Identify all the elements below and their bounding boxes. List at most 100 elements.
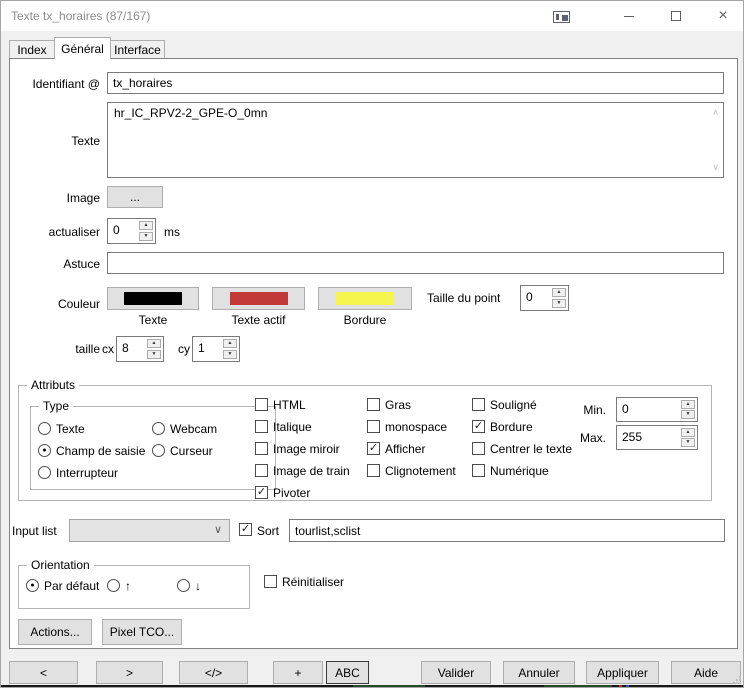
input-list-combobox[interactable]: ∨: [69, 519, 230, 542]
cy-spin-down-button[interactable]: ▼: [223, 350, 237, 359]
checkbox-souligne[interactable]: [472, 398, 485, 411]
checkbox-afficher-label: Afficher: [385, 442, 425, 456]
actualiser-spinner[interactable]: 0 ▲ ▼: [107, 218, 156, 244]
couleur-texte-actif-swatch: [230, 292, 288, 305]
couleur-bordure-button[interactable]: [318, 287, 412, 310]
min-value[interactable]: 0: [622, 402, 629, 416]
actualiser-value[interactable]: 0: [113, 223, 120, 237]
checkbox-bordure[interactable]: ✓: [472, 420, 485, 433]
max-spin-up-button[interactable]: ▲: [681, 428, 695, 437]
max-spinner[interactable]: 255 ▲ ▼: [616, 425, 698, 450]
code-button[interactable]: </>: [179, 661, 248, 684]
radio-texte[interactable]: [38, 422, 51, 435]
taille-point-spin-down-button[interactable]: ▼: [552, 299, 566, 308]
taille-point-label: Taille du point: [427, 291, 500, 305]
checkbox-numerique[interactable]: [472, 464, 485, 477]
prev-button[interactable]: <: [9, 661, 78, 684]
image-browse-button[interactable]: ...: [107, 186, 163, 208]
cy-label: cy: [178, 342, 190, 356]
cy-spin-up-button[interactable]: ▲: [223, 339, 237, 348]
actualiser-spin-up-button[interactable]: ▲: [139, 221, 153, 230]
radio-champ-de-saisie-label: Champ de saisie: [56, 444, 145, 458]
radio-orientation-down[interactable]: [177, 579, 190, 592]
cx-value[interactable]: 8: [122, 341, 129, 355]
next-button[interactable]: >: [96, 661, 163, 684]
scroll-down-icon[interactable]: ∨: [712, 163, 719, 172]
checkbox-gras-label: Gras: [385, 398, 411, 412]
input-list-label: Input list: [12, 524, 57, 538]
tab-interface[interactable]: Interface: [110, 40, 165, 58]
radio-curseur-label: Curseur: [170, 444, 213, 458]
actions-button[interactable]: Actions...: [18, 619, 92, 645]
checkbox-monospace[interactable]: [367, 420, 380, 433]
couleur-texte-button[interactable]: [107, 287, 199, 310]
resize-grip-dots: [733, 682, 735, 684]
cx-spin-down-button[interactable]: ▼: [147, 350, 161, 359]
valider-button[interactable]: Valider: [421, 661, 491, 684]
tab-index[interactable]: Index: [9, 40, 55, 58]
spin-down-icon: ▼: [152, 352, 157, 357]
cx-spin-up-button[interactable]: ▲: [147, 339, 161, 348]
max-spin-down-button[interactable]: ▼: [681, 438, 695, 447]
checkbox-clignotement[interactable]: [367, 464, 380, 477]
checkbox-image-de-train-label: Image de train: [273, 464, 350, 478]
taille-point-spinner[interactable]: 0 ▲ ▼: [520, 285, 569, 311]
radio-texte-label: Texte: [56, 422, 85, 436]
radio-champ-de-saisie[interactable]: ●: [38, 444, 51, 457]
min-spin-up-button[interactable]: ▲: [681, 400, 695, 409]
radio-webcam[interactable]: [152, 422, 165, 435]
appliquer-button[interactable]: Appliquer: [586, 661, 659, 684]
texte-value: hr_IC_RPV2-2_GPE-O_0mn: [114, 106, 267, 120]
checkbox-gras[interactable]: [367, 398, 380, 411]
checkbox-html-label: HTML: [273, 398, 306, 412]
radio-curseur[interactable]: [152, 444, 165, 457]
radio-orientation-up[interactable]: [107, 579, 120, 592]
taille-point-value[interactable]: 0: [526, 290, 533, 304]
couleur-bordure-swatch: [336, 292, 394, 305]
checkbox-image-de-train[interactable]: [255, 464, 268, 477]
input-list-input[interactable]: [289, 519, 725, 542]
taille-point-spin-up-button[interactable]: ▲: [552, 288, 566, 297]
chevron-down-icon: ∨: [214, 523, 222, 536]
add-button[interactable]: +: [273, 661, 323, 684]
title-bar[interactable]: Texte tx_horaires (87/167) ×: [1, 1, 743, 31]
identifiant-input[interactable]: [107, 72, 724, 94]
cy-spinner[interactable]: 1 ▲ ▼: [192, 336, 240, 362]
radio-interrupteur[interactable]: [38, 466, 51, 479]
close-button[interactable]: ×: [705, 1, 741, 31]
spin-down-icon: ▼: [557, 301, 562, 306]
checkbox-italique[interactable]: [255, 420, 268, 433]
reinitialiser-checkbox[interactable]: [264, 575, 277, 588]
annuler-button[interactable]: Annuler: [503, 661, 575, 684]
actualiser-spin-down-button[interactable]: ▼: [139, 232, 153, 241]
aide-button[interactable]: Aide: [671, 661, 741, 684]
identifiant-label: Identifiant @: [10, 77, 100, 91]
min-spinner[interactable]: 0 ▲ ▼: [616, 397, 698, 422]
scroll-up-icon[interactable]: ∧: [712, 108, 719, 117]
tab-general-label: Général: [61, 42, 104, 56]
checkbox-pivoter[interactable]: ✓: [255, 486, 268, 499]
tab-page-general: Identifiant @ Texte hr_IC_RPV2-2_GPE-O_0…: [9, 58, 738, 649]
checkbox-centrer-le-texte[interactable]: [472, 442, 485, 455]
min-spin-down-button[interactable]: ▼: [681, 410, 695, 419]
astuce-input[interactable]: [107, 252, 724, 274]
sort-checkbox[interactable]: ✓: [239, 523, 252, 536]
radio-par-defaut[interactable]: ●: [26, 579, 39, 592]
checkbox-html[interactable]: [255, 398, 268, 411]
maximize-button[interactable]: [658, 1, 694, 31]
cx-spinner[interactable]: 8 ▲ ▼: [116, 336, 164, 362]
cy-value[interactable]: 1: [198, 341, 205, 355]
resize-grip[interactable]: [733, 676, 742, 685]
abc-button[interactable]: ABC: [326, 661, 369, 684]
checkbox-afficher[interactable]: ✓: [367, 442, 380, 455]
tab-general[interactable]: Général: [54, 37, 111, 59]
spin-up-icon: ▲: [144, 223, 149, 228]
close-icon: ×: [718, 8, 727, 24]
pixel-tco-button[interactable]: Pixel TCO...: [102, 619, 182, 645]
checkbox-image-miroir[interactable]: [255, 442, 268, 455]
minimize-button[interactable]: [611, 1, 647, 31]
astuce-label: Astuce: [10, 257, 100, 271]
max-value[interactable]: 255: [622, 430, 642, 444]
couleur-texte-actif-button[interactable]: [212, 287, 305, 310]
texte-textarea[interactable]: hr_IC_RPV2-2_GPE-O_0mn ∧ ∨: [107, 102, 724, 178]
